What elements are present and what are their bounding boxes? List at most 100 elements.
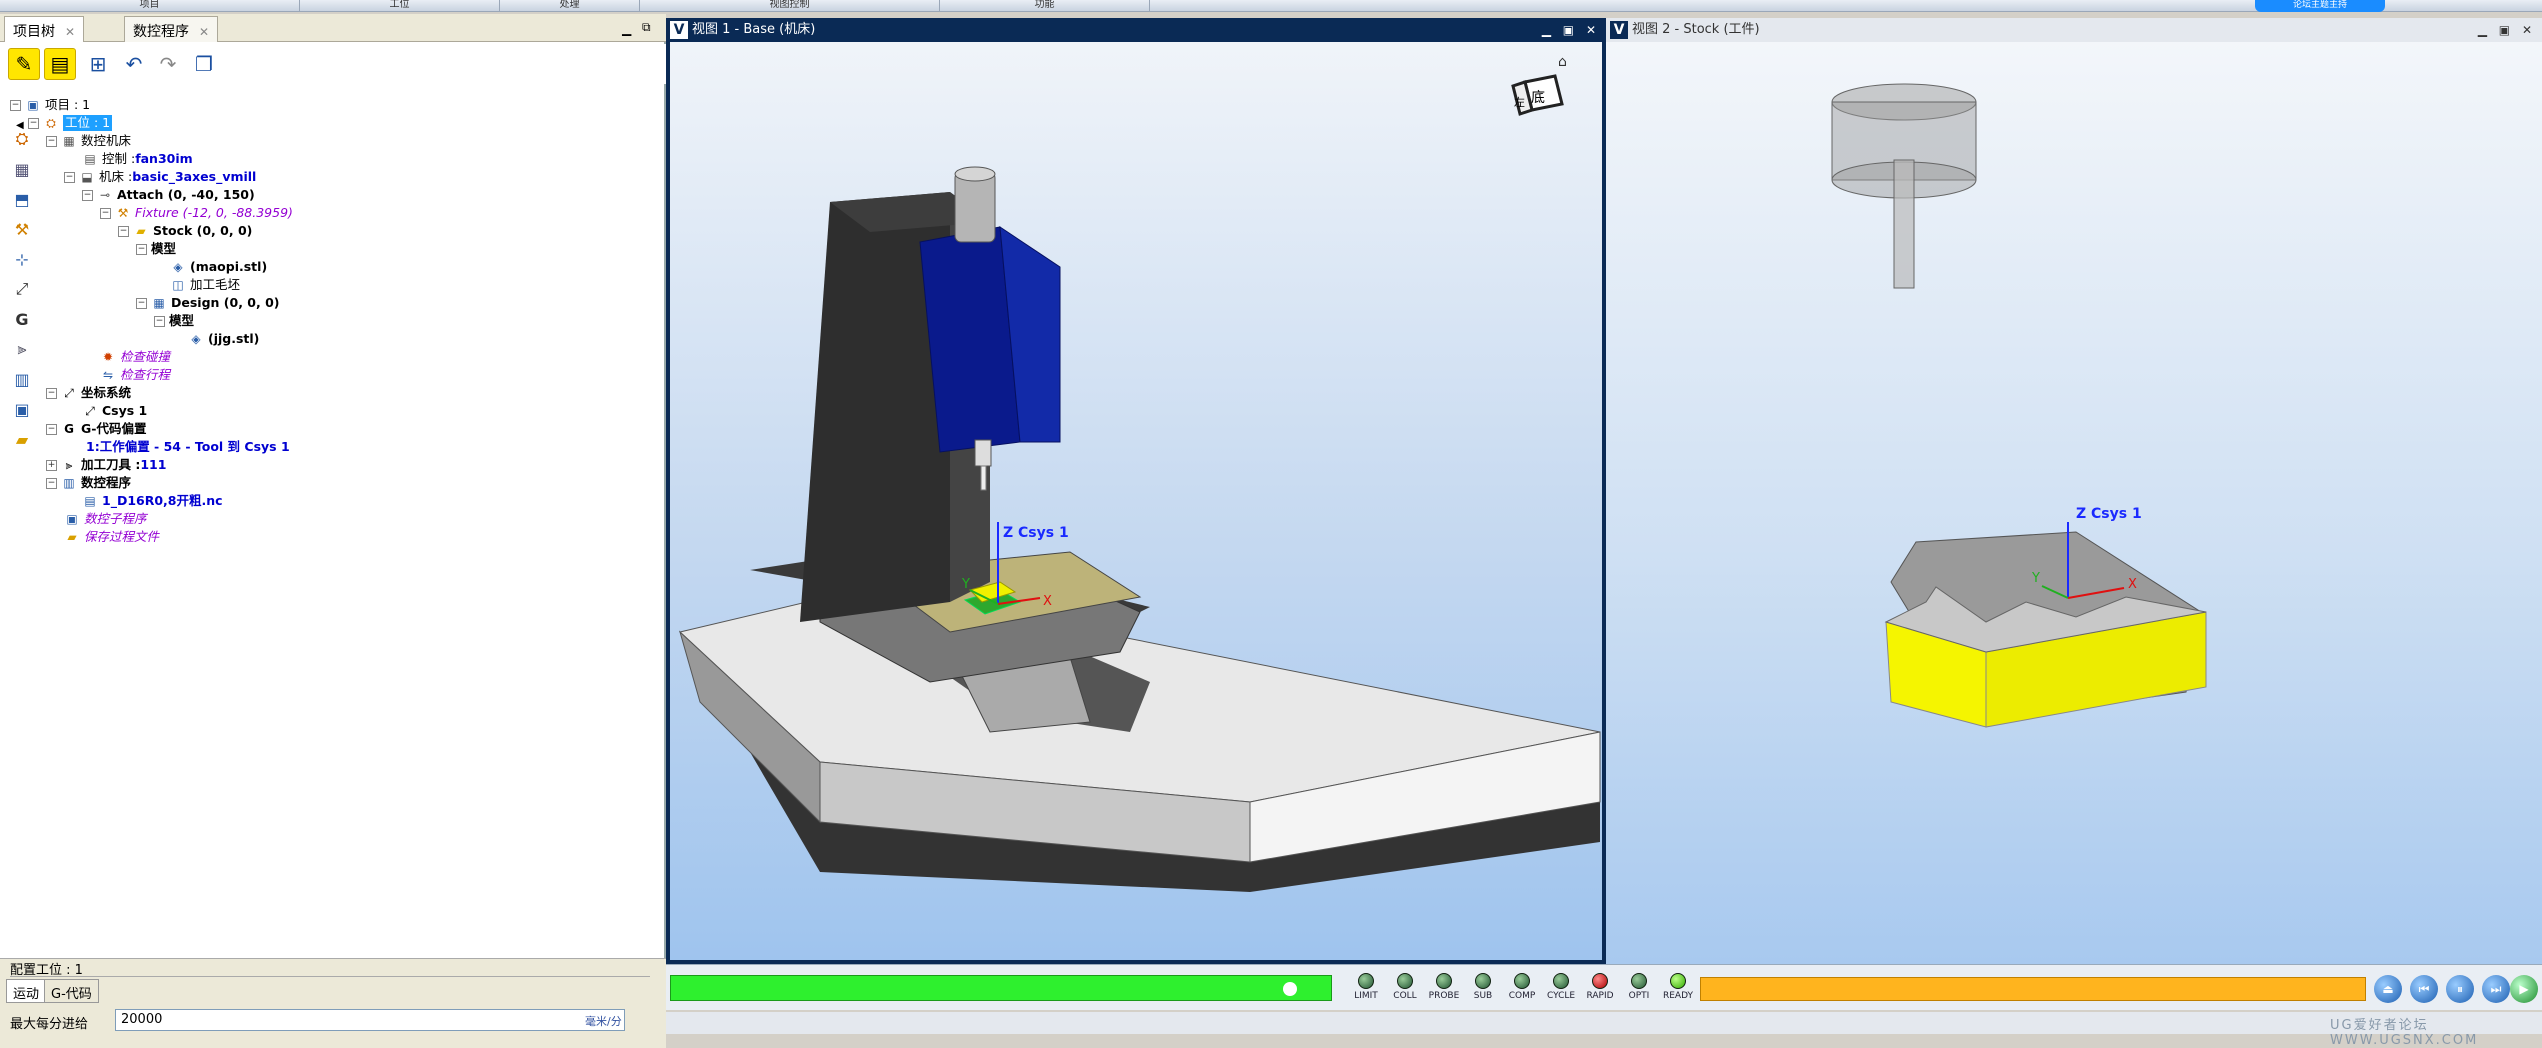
tree-node-label: 数控机床 <box>81 133 132 148</box>
close-icon[interactable]: ✕ <box>65 25 75 39</box>
tree-node-stock[interactable]: − ▰ Stock (0, 0, 0) <box>118 222 252 240</box>
led-rapid: RAPID <box>1582 973 1618 1001</box>
machine-scene: Z Csys 1 X Y 底 左 ⌂ <box>678 54 1601 892</box>
collapse-icon[interactable]: − <box>82 189 93 201</box>
undo-icon[interactable]: ↶ <box>118 48 150 80</box>
rewind-icon[interactable]: ⏮ <box>2410 975 2438 1003</box>
tree-node-label: (jjg.stl) <box>208 331 260 346</box>
gcode-icon: G <box>64 422 74 436</box>
tab-nc-program[interactable]: 数控程序 ✕ <box>124 16 219 42</box>
view-cube-face-bottom: 底 <box>1531 90 1545 106</box>
led-ready: READY <box>1660 973 1696 1001</box>
tree-node-model[interactable]: − 模型 <box>136 240 176 258</box>
tree-node-gcode-offset[interactable]: − G G-代码偏置 <box>46 420 146 438</box>
close-icon[interactable]: ✕ <box>199 25 209 39</box>
expand-icon[interactable]: + <box>46 459 57 471</box>
left-tabs: 项目树 ✕ 数控程序 ✕ ▁ ⧉ <box>0 14 666 42</box>
step-icon[interactable]: ⏭ <box>2482 975 2510 1003</box>
tree-node-label: Attach (0, -40, 150) <box>117 187 255 202</box>
watermark: UG爱好者论坛 WWW.UGSNX.COM <box>2330 1018 2479 1048</box>
tree-node-control[interactable]: ▤ 控制 : fan30im <box>82 150 192 168</box>
led-label: SUB <box>1473 991 1493 1001</box>
collapse-icon[interactable]: − <box>28 117 39 129</box>
tree-node-nc-programs[interactable]: − ▥ 数控程序 <box>46 474 131 492</box>
led-indicator <box>1436 973 1452 989</box>
tree-node-label: 模型 <box>169 313 195 328</box>
tree-node-collision[interactable]: ✹ 检查碰撞 <box>100 348 170 366</box>
tree-node-travel[interactable]: ⇋ 检查行程 <box>100 366 170 384</box>
menu-item-function[interactable]: 功能 <box>940 0 1150 12</box>
redo-icon[interactable]: ↷ <box>152 48 184 80</box>
collapse-icon[interactable]: − <box>136 243 147 255</box>
feed-input[interactable]: 20000 <box>115 1009 625 1031</box>
view-cube-icon: 底 左 <box>1511 74 1564 116</box>
tree-node-save-process[interactable]: ▰ 保存过程文件 <box>64 528 159 546</box>
tree-node-setup[interactable]: − ⛭ 工位 : 1 <box>28 114 113 132</box>
tab-motion[interactable]: 运动 <box>6 979 47 1003</box>
collapse-icon[interactable]: − <box>46 477 57 489</box>
tree-node-tools[interactable]: + ⫸ 加工刀具 : 111 <box>46 456 166 474</box>
tab-project-tree[interactable]: 项目树 ✕ <box>4 16 85 42</box>
tree-node-model-2[interactable]: − 模型 <box>154 312 194 330</box>
tree-node-nc-file[interactable]: ▤ 1_D16R0,8开粗.nc <box>82 492 222 510</box>
tree-node-label: 检查碰撞 <box>120 349 171 364</box>
menu-item-setup[interactable]: 工位 <box>300 0 500 12</box>
tree-node-nc-machine[interactable]: − ▦ 数控机床 <box>46 132 131 150</box>
tree-node-label: (maopi.stl) <box>190 259 268 274</box>
minimize-icon[interactable]: ▁ <box>622 22 631 36</box>
tree-node-fixture[interactable]: − ⚒ Fixture (-12, 0, -88.3959) <box>100 204 293 222</box>
tree-node-csys-group[interactable]: − ⤢ 坐标系统 <box>46 384 131 402</box>
progress-knob[interactable] <box>1283 982 1297 996</box>
tree-node-design[interactable]: − ▦ Design (0, 0, 0) <box>136 294 280 312</box>
collapse-icon[interactable]: − <box>100 207 111 219</box>
tree-node-project[interactable]: − ▣ 项目 : 1 <box>10 96 90 114</box>
led-label: RAPID <box>1586 991 1614 1001</box>
reset-icon[interactable]: ⏏ <box>2374 975 2402 1003</box>
restore-icon[interactable]: ⧉ <box>642 20 651 35</box>
viewport-titlebar: V 视图 2 - Stock (工件) ▁ ▣ ✕ <box>1606 18 2542 42</box>
collapse-icon[interactable]: − <box>136 297 147 309</box>
tree-node-blank[interactable]: ◫ 加工毛坯 <box>170 276 240 294</box>
window-controls[interactable]: ▁ ▣ ✕ <box>1542 18 1600 42</box>
collapse-icon[interactable]: − <box>46 423 57 435</box>
collapse-icon[interactable]: − <box>46 387 57 399</box>
clipboard-icon[interactable]: ▤ <box>44 48 76 80</box>
menu-item-view-control[interactable]: 视图控制 <box>640 0 940 12</box>
animation-speed-bar[interactable] <box>1700 977 2366 1001</box>
add-icon[interactable]: ⊞ <box>82 48 114 80</box>
subprogram-icon: ▣ <box>66 512 78 526</box>
stock-canvas[interactable]: Z Csys 1 X Y <box>1606 42 2542 964</box>
fixture-icon: ⚒ <box>117 206 129 220</box>
forum-badge[interactable]: 论坛主题主持 <box>2255 0 2385 12</box>
tree-node-subprograms[interactable]: ▣ 数控子程序 <box>64 510 146 528</box>
tree-node-label: 项目 : 1 <box>45 97 91 112</box>
window-controls[interactable]: ▁ ▣ ✕ <box>2478 18 2536 42</box>
tree-node-maopi[interactable]: ◈ (maopi.stl) <box>170 258 267 276</box>
play-icon[interactable]: ▶ <box>2510 975 2538 1003</box>
tree-node-label: 机床 : <box>99 169 133 184</box>
view-cube-face-left: 左 <box>1514 96 1525 109</box>
tree-node-csys1[interactable]: ⤢ Csys 1 <box>82 402 147 420</box>
collapse-icon[interactable]: − <box>46 135 57 147</box>
tab-gcode[interactable]: G-代码 <box>44 979 99 1003</box>
tree-node-label: 控制 : <box>102 151 136 166</box>
collapse-icon[interactable]: − <box>118 225 129 237</box>
probe-icon[interactable]: ✎ <box>8 48 40 80</box>
tree-node-work-offset[interactable]: 1:工作偏置 - 54 - Tool 到 Csys 1 <box>86 438 290 456</box>
menu-item-process[interactable]: 处理 <box>500 0 640 12</box>
collapse-icon[interactable]: − <box>154 315 165 327</box>
pause-icon[interactable]: ⏸ <box>2446 975 2474 1003</box>
menu-item-project[interactable]: 项目 <box>0 0 300 12</box>
folder-icon: ▰ <box>67 530 77 544</box>
copy-icon[interactable]: ❐ <box>188 48 220 80</box>
machine-canvas[interactable]: Z Csys 1 X Y 底 左 ⌂ <box>670 42 1602 960</box>
led-indicator <box>1475 973 1491 989</box>
tree-node-jig[interactable]: ◈ (jjg.stl) <box>188 330 259 348</box>
collapse-icon[interactable]: − <box>64 171 75 183</box>
viewport-title: 视图 1 - Base (机床) <box>692 22 816 37</box>
simulation-progress-bar[interactable] <box>670 975 1332 1001</box>
collapse-icon[interactable]: − <box>10 99 21 111</box>
tab-nc-program-label: 数控程序 <box>133 24 189 40</box>
tree-node-machine[interactable]: − ⬓ 机床 : basic_3axes_vmill <box>64 168 256 186</box>
tree-node-attach[interactable]: − ⊸ Attach (0, -40, 150) <box>82 186 255 204</box>
